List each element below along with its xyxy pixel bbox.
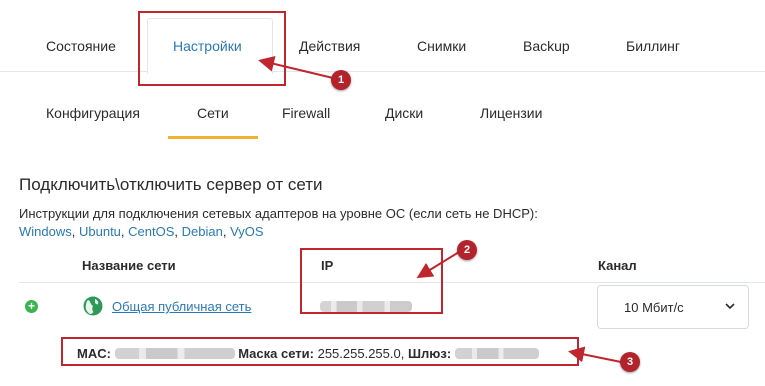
main-tab-bar: Состояние Настройки Действия Снимки Back… — [0, 0, 765, 74]
link-windows[interactable]: Windows — [19, 224, 72, 239]
annotation-badge-3: 3 — [620, 352, 640, 372]
annotation-box-2 — [300, 248, 443, 314]
annotation-badge-1: 1 — [331, 70, 351, 90]
channel-select[interactable]: 10 Мбит/с — [597, 285, 749, 329]
annotation-box-3 — [61, 337, 579, 366]
active-subtab-underline — [168, 136, 258, 139]
link-vyos[interactable]: VyOS — [230, 224, 263, 239]
instructions-text: Инструкции для подключения сетевых адапт… — [19, 206, 538, 221]
link-separator: , — [71, 224, 79, 239]
column-header-channel: Канал — [598, 258, 637, 273]
network-name-link[interactable]: Общая публичная сеть — [112, 299, 251, 314]
channel-select-value: 10 Мбит/с — [624, 300, 684, 315]
column-header-name: Название сети — [82, 258, 176, 273]
link-debian[interactable]: Debian — [182, 224, 223, 239]
subtab-configuration[interactable]: Конфигурация — [46, 105, 140, 121]
os-links: Windows, Ubuntu, CentOS, Debian, VyOS — [19, 224, 264, 239]
subtab-disks[interactable]: Диски — [385, 105, 423, 121]
section-title: Подключить\отключить сервер от сети — [19, 175, 323, 194]
tab-status[interactable]: Состояние — [46, 38, 116, 54]
link-centos[interactable]: CentOS — [128, 224, 174, 239]
tab-snapshots[interactable]: Снимки — [417, 38, 466, 54]
link-separator: , — [222, 224, 231, 239]
subtab-licenses[interactable]: Лицензии — [480, 105, 542, 121]
subtab-networks[interactable]: Сети — [197, 105, 229, 121]
expand-plus-icon[interactable]: + — [25, 300, 38, 313]
subtab-firewall[interactable]: Firewall — [282, 105, 330, 121]
tab-billing[interactable]: Биллинг — [626, 38, 680, 54]
chevron-down-icon — [725, 303, 735, 310]
link-ubuntu[interactable]: Ubuntu — [79, 224, 121, 239]
tab-actions[interactable]: Действия — [299, 38, 360, 54]
link-separator: , — [174, 224, 182, 239]
tab-backup[interactable]: Backup — [523, 38, 570, 54]
annotation-box-1 — [138, 11, 286, 86]
annotation-arrow-3 — [568, 346, 622, 363]
annotation-badge-2: 2 — [457, 240, 477, 260]
globe-icon — [83, 296, 103, 316]
